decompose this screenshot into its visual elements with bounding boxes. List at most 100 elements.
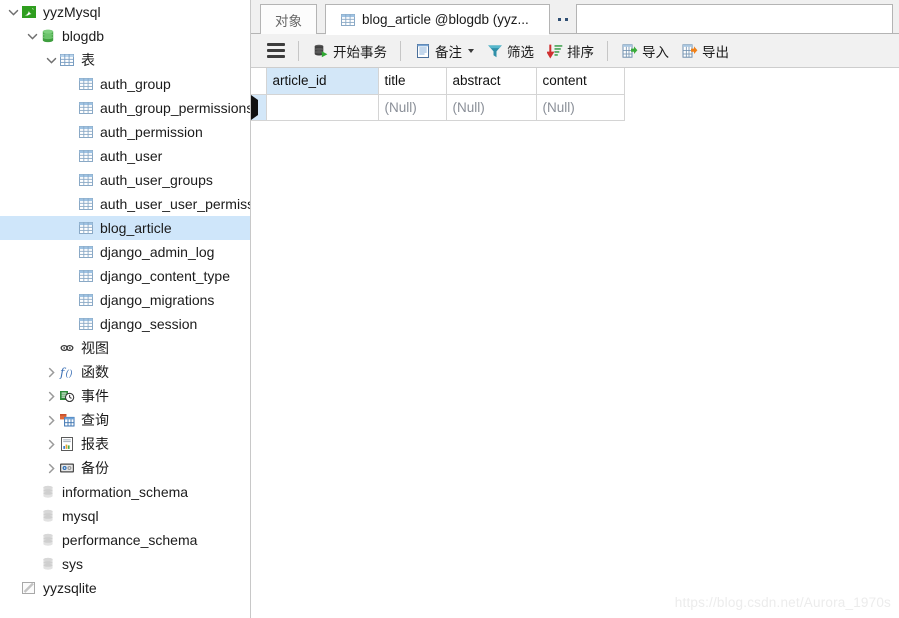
- query-icon: [58, 411, 76, 429]
- chevron-down-icon[interactable]: [25, 24, 39, 48]
- column-header-abstract[interactable]: abstract: [446, 68, 537, 95]
- cell-content[interactable]: (Null): [536, 94, 625, 121]
- tab-objects[interactable]: 对象: [260, 4, 317, 34]
- table-icon: [77, 75, 95, 93]
- tables-folder-icon: [58, 51, 76, 69]
- toolbar-button-begin-transaction[interactable]: 开始事务: [306, 38, 393, 64]
- tree-item-label: information_schema: [62, 484, 189, 500]
- tree-item-yyzMysql[interactable]: yyzMysql: [0, 0, 250, 24]
- tree-item-django_content_type[interactable]: django_content_type: [0, 264, 250, 288]
- database-green-icon: [39, 27, 57, 45]
- toolbar-separator: [298, 40, 299, 61]
- database-gray-icon: [39, 531, 57, 549]
- tree-item-django_migrations[interactable]: django_migrations: [0, 288, 250, 312]
- tree-item-label: 查询: [81, 412, 109, 428]
- toolbar-button-filter[interactable]: 筛选: [480, 38, 540, 64]
- sort-icon: [546, 42, 563, 59]
- column-header-article_id[interactable]: article_id: [266, 68, 379, 95]
- mysql-dolphin-icon: [20, 3, 38, 21]
- hamburger-icon: [267, 43, 285, 58]
- table-icon: [77, 219, 95, 237]
- tree-item-auth_user_groups[interactable]: auth_user_groups: [0, 168, 250, 192]
- table-icon: [77, 315, 95, 333]
- data-grid[interactable]: article_id title abstract content (Null) (Nu…: [251, 68, 625, 121]
- chevron-down-icon[interactable]: [6, 0, 20, 24]
- sqlite-icon: [20, 579, 38, 597]
- object-tree-sidebar[interactable]: yyzMysql blogdb 表 auth_group auth_group_perm…: [0, 0, 251, 618]
- tree-item-performance_schema[interactable]: performance_schema: [0, 528, 250, 552]
- tree-item-label: 函数: [81, 364, 109, 380]
- tab-overflow-dots[interactable]: [550, 4, 576, 34]
- toolbar-button-note[interactable]: 备注: [408, 38, 480, 64]
- tree-item-[interactable]: 视图: [0, 336, 250, 360]
- tree-item-[interactable]: 查询: [0, 408, 250, 432]
- toolbar-button-label: 备注: [435, 44, 462, 60]
- chevron-down-icon[interactable]: [44, 48, 58, 72]
- chevron-right-icon[interactable]: [44, 384, 58, 408]
- tab-bar[interactable]: 对象 blog_article @blogdb (yyz...: [251, 0, 899, 35]
- tab-blog-article[interactable]: blog_article @blogdb (yyz...: [325, 4, 550, 35]
- cell-abstract[interactable]: (Null): [446, 94, 537, 121]
- column-header-content[interactable]: content: [536, 68, 625, 95]
- chevron-right-icon[interactable]: [44, 432, 58, 456]
- toolbar-button-sort[interactable]: 排序: [540, 38, 600, 64]
- data-grid-body[interactable]: (Null) (Null) (Null): [251, 94, 625, 121]
- tree-item-blog_article[interactable]: blog_article: [0, 216, 250, 240]
- tree-item-label: blogdb: [62, 28, 105, 44]
- tree-item-auth_user_user_permissions[interactable]: auth_user_user_permissions: [0, 192, 250, 216]
- tree-item-django_session[interactable]: django_session: [0, 312, 250, 336]
- data-toolbar[interactable]: 开始事务 备注 筛选 排序 导入 导出: [251, 34, 899, 68]
- toolbar-button-label: 导入: [642, 44, 669, 60]
- chevron-right-icon[interactable]: [44, 456, 58, 480]
- tree-item-[interactable]: 备份: [0, 456, 250, 480]
- tree-item-information_schema[interactable]: information_schema: [0, 480, 250, 504]
- chevron-right-icon[interactable]: [44, 360, 58, 384]
- row-header-cell[interactable]: [251, 94, 267, 121]
- tree-item-[interactable]: 报表: [0, 432, 250, 456]
- chevron-down-icon[interactable]: [468, 48, 474, 53]
- tree-item-auth_group_permissions[interactable]: auth_group_permissions: [0, 96, 250, 120]
- tree-item-[interactable]: f() 函数: [0, 360, 250, 384]
- tree-item-[interactable]: 事件: [0, 384, 250, 408]
- cell-article_id[interactable]: [266, 94, 379, 121]
- tree-item-yyzsqlite[interactable]: yyzsqlite: [0, 576, 250, 600]
- table-icon: [77, 99, 95, 117]
- database-gray-icon: [39, 507, 57, 525]
- tree-item-django_admin_log[interactable]: django_admin_log: [0, 240, 250, 264]
- tree-item-auth_permission[interactable]: auth_permission: [0, 120, 250, 144]
- tree-item-label: auth_permission: [100, 124, 203, 140]
- tree-item-auth_group[interactable]: auth_group: [0, 72, 250, 96]
- tree-item-sys[interactable]: sys: [0, 552, 250, 576]
- tree-item-blogdb[interactable]: blogdb: [0, 24, 250, 48]
- chevron-right-icon[interactable]: [44, 408, 58, 432]
- toolbar-button-label: 筛选: [507, 44, 534, 60]
- report-icon: [58, 435, 76, 453]
- tree-item-label: auth_group_permissions: [100, 100, 251, 116]
- grid-corner-cell[interactable]: [251, 68, 267, 95]
- tree-item-[interactable]: 表: [0, 48, 250, 72]
- tab-bar-filler: [575, 4, 893, 34]
- tab-label: blog_article @blogdb (yyz...: [362, 12, 529, 27]
- watermark-text: https://blog.csdn.net/Aurora_1970s: [674, 595, 891, 610]
- database-gray-icon: [39, 555, 57, 573]
- column-header-title[interactable]: title: [378, 68, 447, 95]
- cell-title[interactable]: (Null): [378, 94, 447, 121]
- tree-item-label: django_session: [100, 316, 198, 332]
- toolbar-button-export[interactable]: 导出: [675, 38, 735, 64]
- data-grid-header: article_id title abstract content: [251, 68, 625, 95]
- data-grid-area[interactable]: article_id title abstract content (Null) (Nu…: [251, 68, 899, 618]
- table-icon: [77, 243, 95, 261]
- table-row[interactable]: (Null) (Null) (Null): [251, 94, 625, 121]
- table-icon: [77, 267, 95, 285]
- current-row-arrow-icon: [251, 94, 258, 119]
- tree-item-mysql[interactable]: mysql: [0, 504, 250, 528]
- menu-button[interactable]: [261, 38, 291, 64]
- nav-app-window: yyzMysql blogdb 表 auth_group auth_group_perm…: [0, 0, 899, 618]
- toolbar-button-import[interactable]: 导入: [615, 38, 675, 64]
- tree-item-auth_user[interactable]: auth_user: [0, 144, 250, 168]
